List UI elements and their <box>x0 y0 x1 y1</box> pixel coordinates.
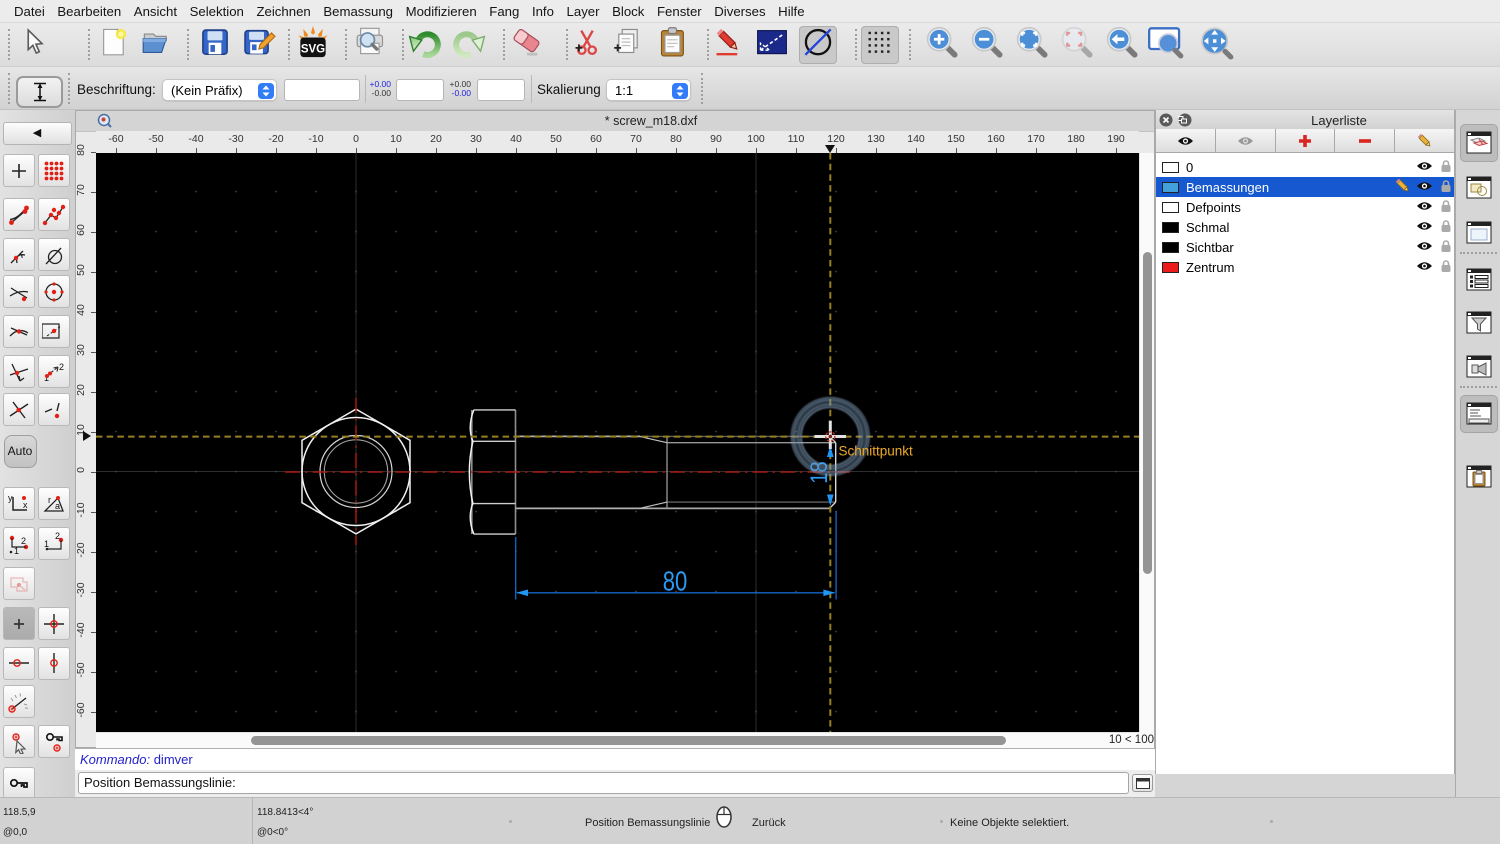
svg-text:SVG: SVG <box>301 43 325 55</box>
svg-text:1: 1 <box>44 539 49 549</box>
svg-text:y: y <box>8 493 13 503</box>
svg-text:2: 2 <box>55 532 60 541</box>
svg-text:a: a <box>55 501 60 511</box>
svg-text:x: x <box>23 500 28 510</box>
svg-text:1: 1 <box>14 546 19 556</box>
svg-text:Schnittpunkt: Schnittpunkt <box>839 444 914 459</box>
svg-text:r: r <box>48 495 51 505</box>
svg-text:2: 2 <box>59 362 64 372</box>
svg-text:80: 80 <box>663 566 688 597</box>
svg-text:2: 2 <box>21 536 26 546</box>
